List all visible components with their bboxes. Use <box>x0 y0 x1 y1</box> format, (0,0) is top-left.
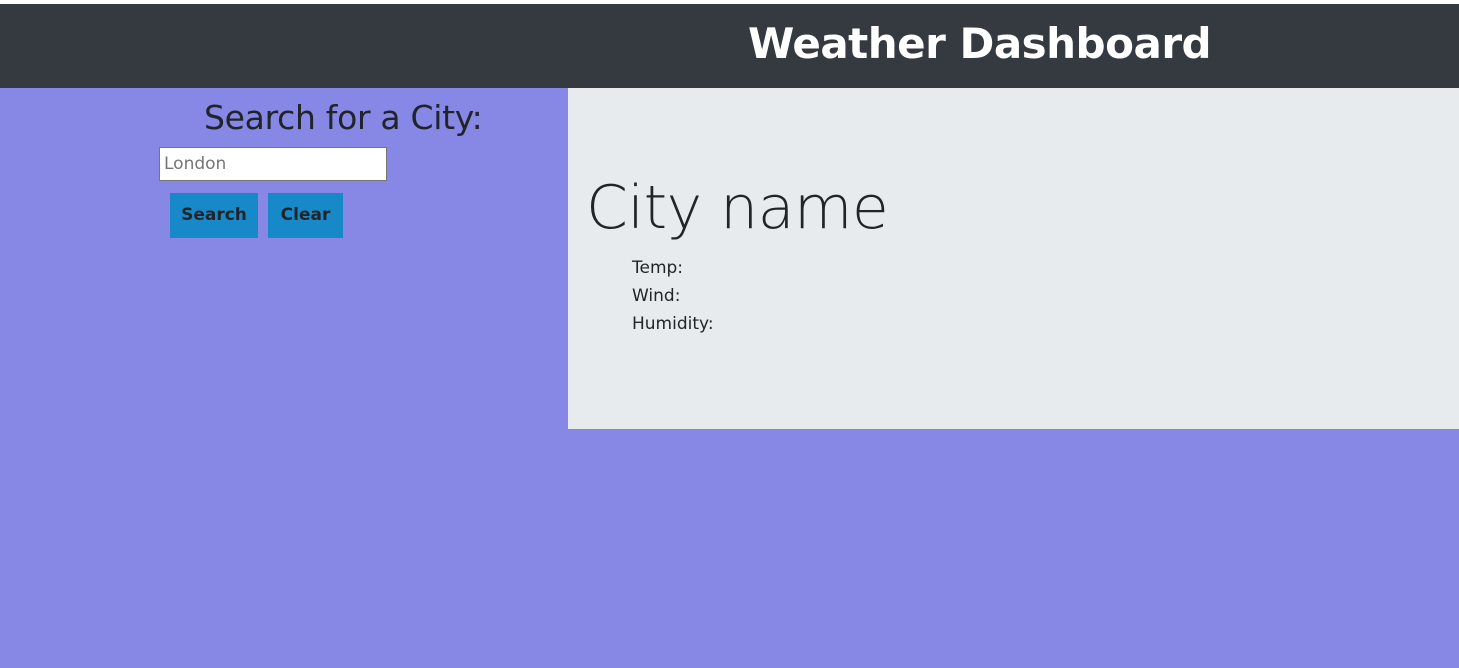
search-sidebar: Search for a City: Search Clear <box>0 88 568 668</box>
wind-label: Wind: <box>632 286 681 306</box>
clear-button[interactable]: Clear <box>268 193 343 238</box>
weather-stats-list: Temp: Wind: Humidity: <box>632 254 714 338</box>
search-button[interactable]: Search <box>170 193 258 238</box>
header: Weather Dashboard <box>0 4 1459 88</box>
city-name: City name <box>586 173 889 243</box>
search-heading: Search for a City: <box>204 98 483 137</box>
city-search-input[interactable] <box>159 147 387 181</box>
temp-label: Temp: <box>632 258 684 278</box>
humidity-label: Humidity: <box>632 314 714 334</box>
page-title: Weather Dashboard <box>748 19 1212 68</box>
current-weather-card: City name Temp: Wind: Humidity: <box>568 88 1459 429</box>
